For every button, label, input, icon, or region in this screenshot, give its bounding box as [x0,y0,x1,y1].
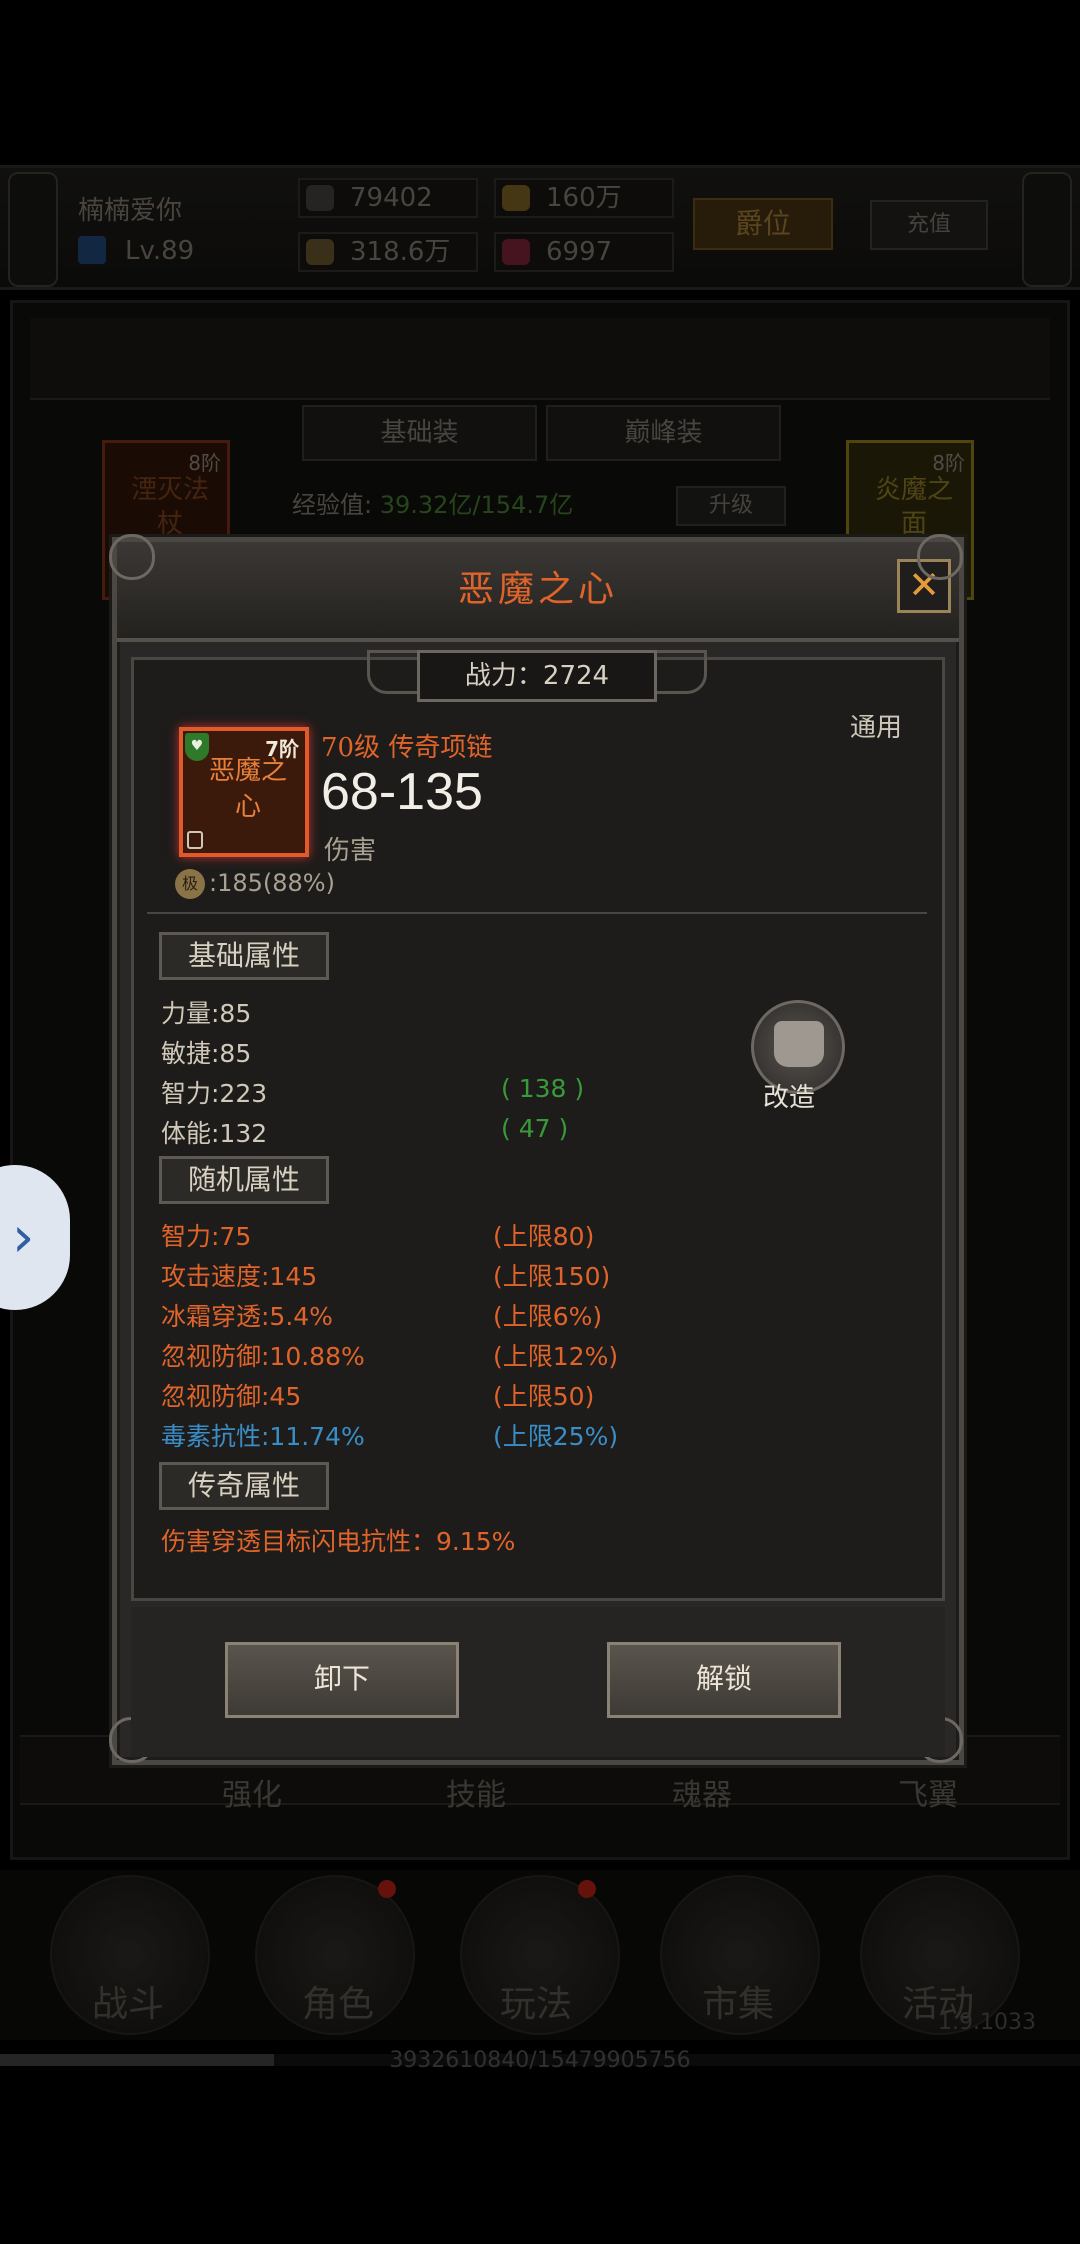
item-icon-name: 恶魔之心 [208,756,287,822]
plate-wing-left [367,650,423,694]
corner-ornament [109,534,155,580]
random-attr: 冰霜穿透:5.4% [161,1302,333,1331]
item-power-plate: 战力：2724 [417,650,657,702]
base-attr: 体能:132 [161,1119,268,1148]
item-icon-slot: ♥ 7阶 恶魔之心 [179,727,309,857]
random-attr-cap: (上限80) [493,1222,595,1251]
base-attr: 智力:223 [161,1079,268,1108]
random-attr-cap: (上限12%) [493,1342,619,1371]
random-attr: 智力:75 [161,1222,252,1251]
section-legendary-attributes: 传奇属性 [159,1462,329,1510]
corner-ornament [917,534,963,580]
random-attr: 攻击速度:145 [161,1262,318,1291]
reforge-label: 改造 [763,1083,816,1113]
base-attr-bonus: ( 138 ) [501,1074,585,1103]
random-attr: 忽视防御:10.88% [161,1342,365,1371]
random-attr: 毒素抗性:11.74% [161,1422,365,1451]
item-damage-label: 伤害 [324,836,377,866]
legendary-attr: 伤害穿透目标闪电抗性：9.15% [161,1527,516,1556]
base-attr: 力量:85 [161,999,252,1028]
armor-icon [774,1021,824,1067]
usage-class-label: 通用 [850,713,903,743]
section-random-attributes: 随机属性 [159,1156,329,1204]
base-attr-bonus: ( 47 ) [501,1114,569,1143]
lock-icon [187,831,203,849]
chevron-right-icon: › [12,1205,35,1270]
unequip-button[interactable]: 卸下 [225,1642,459,1718]
plate-wing-right [651,650,707,694]
item-detail-dialog: 恶魔之心 ✕ 战力：2724 通用 ♥ 7阶 恶魔之心 70级 传奇项链 68-… [109,534,964,1765]
item-level-type: 70级 传奇项链 [321,733,493,763]
random-attr-cap: (上限25%) [493,1422,619,1451]
random-attr-cap: (上限6%) [493,1302,603,1331]
base-attr: 敏捷:85 [161,1039,252,1068]
divider [147,912,927,914]
durability-icon: 极 [175,869,205,899]
random-attr-cap: (上限150) [493,1262,611,1291]
random-attr-cap: (上限50) [493,1382,595,1411]
unlock-button[interactable]: 解锁 [607,1642,841,1718]
item-damage: 68-135 [321,763,483,821]
random-attr: 忽视防御:45 [161,1382,302,1411]
durability-value: :185(88%) [209,869,335,897]
dialog-title: 恶魔之心 [457,569,618,610]
dialog-header: 恶魔之心 ✕ [117,542,959,642]
section-base-attributes: 基础属性 [159,932,329,980]
